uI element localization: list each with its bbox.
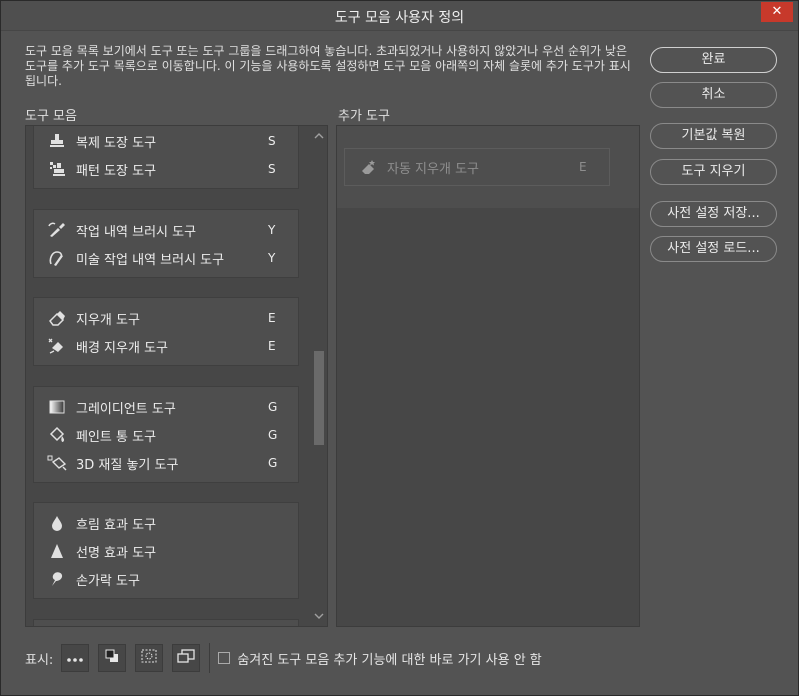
tool-name: 복제 도장 도구 <box>76 135 157 151</box>
smudge-icon <box>47 569 67 589</box>
tool-group-history-brush[interactable]: 작업 내역 브러시 도구 Y 미술 작업 내역 브러시 도구 Y <box>33 209 299 278</box>
tool-shortcut: E <box>268 311 276 325</box>
close-button[interactable]: ✕ <box>761 2 793 22</box>
bottom-bar: 표시: 숨겨진 도구 모음 추가 기능에 대한 바로 가기 사용 안 함 <box>25 643 542 673</box>
tool-group-eraser[interactable]: 지우개 도구 E 배경 지우개 도구 E <box>33 297 299 366</box>
tool-group-gradient[interactable]: 그레이디언트 도구 G 페인트 통 도구 G 3D 재질 놓기 도구 G <box>33 386 299 483</box>
tool-name: 흐림 효과 도구 <box>76 517 157 533</box>
3d-material-drop-icon <box>47 453 67 473</box>
tool-row[interactable]: 작업 내역 브러시 도구 Y <box>34 216 298 244</box>
dialog-title: 도구 모음 사용자 정의 <box>334 10 465 26</box>
disable-shortcuts-checkbox[interactable] <box>218 652 231 664</box>
ok-button[interactable]: 완료 <box>650 47 777 73</box>
tool-name: 3D 재질 놓기 도구 <box>76 457 179 473</box>
background-eraser-icon <box>47 336 67 356</box>
tool-shortcut: S <box>268 134 276 148</box>
tool-row[interactable]: 자동 지우개 도구 E <box>345 149 609 185</box>
foreground-background-button[interactable] <box>98 644 127 672</box>
tool-row[interactable]: 미술 작업 내역 브러시 도구 Y <box>34 244 298 272</box>
tool-shortcut: G <box>268 400 278 414</box>
screen-mode-button[interactable] <box>172 644 201 672</box>
scroll-thumb[interactable] <box>314 351 324 445</box>
blur-icon <box>47 513 67 533</box>
tool-row[interactable]: 복제 도장 도구 S <box>34 127 298 155</box>
tool-row[interactable]: 지우개 도구 E <box>34 304 298 332</box>
tool-shortcut: S <box>268 162 276 176</box>
tool-shortcut: G <box>268 428 278 442</box>
toolbar-list-scrollbar[interactable] <box>310 126 327 626</box>
tool-row[interactable]: 3D 재질 놓기 도구 G <box>34 449 298 477</box>
tool-shortcut: E <box>268 339 276 353</box>
tool-name: 패턴 도장 도구 <box>76 163 157 179</box>
restore-defaults-button[interactable]: 기본값 복원 <box>650 123 777 149</box>
tool-row[interactable]: 손가락 도구 <box>34 565 298 593</box>
tool-name: 자동 지우개 도구 <box>387 161 479 177</box>
tool-group-next[interactable] <box>33 619 299 626</box>
paint-bucket-icon <box>47 425 67 445</box>
description-text: 도구 모음 목록 보기에서 도구 또는 도구 그룹을 드래그하여 놓습니다. 초… <box>25 44 631 88</box>
more-icon <box>67 651 84 666</box>
tool-row[interactable]: 페인트 통 도구 G <box>34 421 298 449</box>
scroll-up-icon[interactable] <box>314 132 324 142</box>
toolbar-section-label: 도구 모음 <box>25 109 77 124</box>
tool-row[interactable]: 배경 지우개 도구 E <box>34 332 298 360</box>
tool-name: 페인트 통 도구 <box>76 429 157 445</box>
toolbar-separator <box>209 643 211 673</box>
tool-shortcut: E <box>579 160 587 174</box>
gradient-icon <box>47 397 67 417</box>
scroll-down-icon[interactable] <box>314 612 324 622</box>
toolbar-list[interactable]: 복제 도장 도구 S 패턴 도장 도구 S 작업 내역 브러시 도구 Y 미술 … <box>25 125 328 627</box>
tool-row[interactable]: 그레이디언트 도구 G <box>34 393 298 421</box>
quick-mask-button[interactable] <box>135 644 164 672</box>
disable-shortcuts-label[interactable]: 숨겨진 도구 모음 추가 기능에 대한 바로 가기 사용 안 함 <box>237 649 541 668</box>
quick-mask-icon <box>141 649 157 667</box>
title-bar[interactable]: 도구 모음 사용자 정의 ✕ <box>1 1 798 31</box>
tool-name: 지우개 도구 <box>76 312 140 328</box>
tool-group-stamp[interactable]: 복제 도장 도구 S 패턴 도장 도구 S <box>33 126 299 189</box>
art-history-brush-icon <box>47 248 67 268</box>
clone-stamp-icon <box>47 131 67 151</box>
save-preset-button[interactable]: 사전 설정 저장... <box>650 201 777 227</box>
tool-shortcut: Y <box>268 223 276 237</box>
extra-tools-section-label: 추가 도구 <box>338 109 390 124</box>
magic-eraser-icon <box>358 157 378 177</box>
tool-name: 배경 지우개 도구 <box>76 340 168 356</box>
foreground-background-icon <box>105 649 119 667</box>
cancel-button[interactable]: 취소 <box>650 82 777 108</box>
load-preset-button[interactable]: 사전 설정 로드... <box>650 236 777 262</box>
extra-tool-group[interactable]: 자동 지우개 도구 E <box>344 148 610 186</box>
tool-row[interactable]: 흐림 효과 도구 <box>34 509 298 537</box>
sharpen-icon <box>47 541 67 561</box>
tool-shortcut: Y <box>268 251 276 265</box>
show-label: 표시: <box>25 652 54 668</box>
history-brush-icon <box>47 220 67 240</box>
tool-group-blur[interactable]: 흐림 효과 도구 선명 효과 도구 손가락 도구 <box>33 502 299 599</box>
tool-shortcut: G <box>268 456 278 470</box>
tool-name: 손가락 도구 <box>76 573 140 589</box>
more-button[interactable] <box>61 644 90 672</box>
tool-name: 그레이디언트 도구 <box>76 401 176 417</box>
tool-name: 작업 내역 브러시 도구 <box>76 224 197 240</box>
eraser-icon <box>47 308 67 328</box>
customize-toolbar-dialog: 도구 모음 사용자 정의 ✕ 도구 모음 목록 보기에서 도구 또는 도구 그룹… <box>0 0 799 696</box>
clear-tools-button[interactable]: 도구 지우기 <box>650 159 777 185</box>
screen-mode-icon <box>177 649 195 667</box>
tool-name: 미술 작업 내역 브러시 도구 <box>76 252 225 268</box>
tool-name: 선명 효과 도구 <box>76 545 157 561</box>
tool-row[interactable]: 선명 효과 도구 <box>34 537 298 565</box>
pattern-stamp-icon <box>47 159 67 179</box>
tool-row[interactable]: 패턴 도장 도구 S <box>34 155 298 183</box>
extra-tools-list[interactable]: 자동 지우개 도구 E <box>336 125 640 627</box>
